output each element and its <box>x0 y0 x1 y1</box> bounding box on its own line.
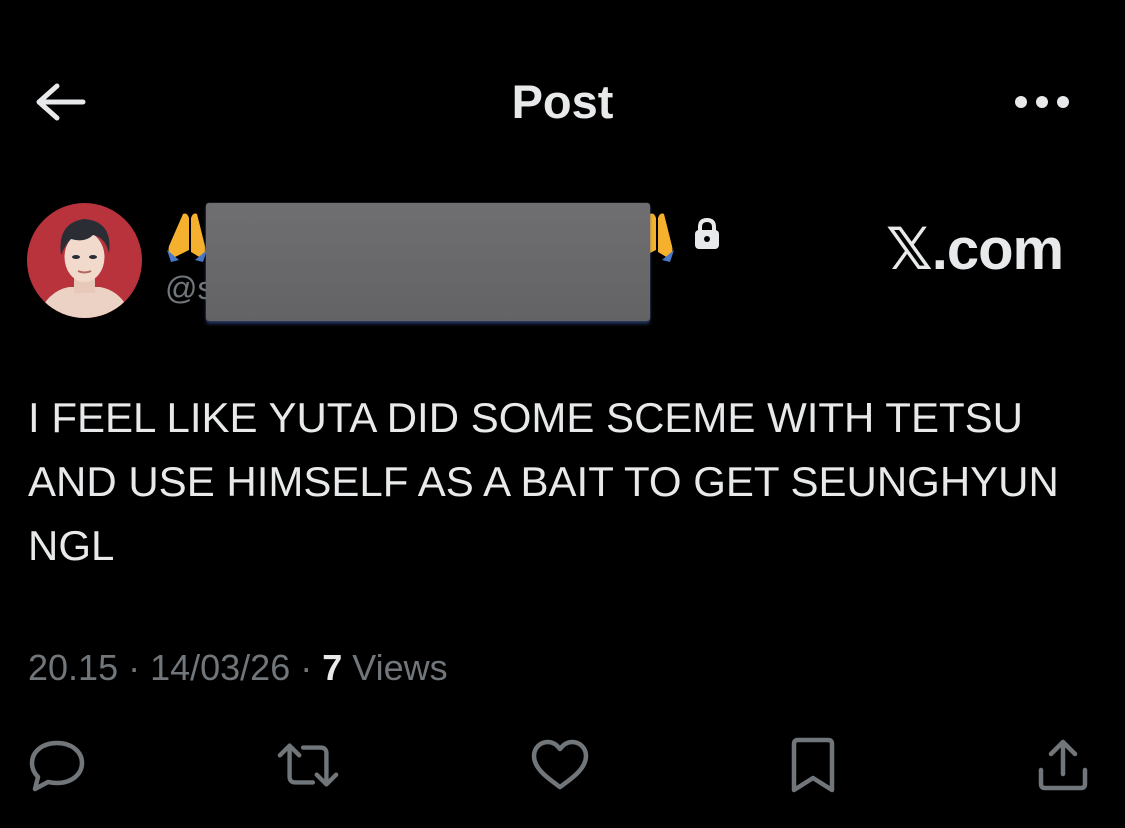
views-count[interactable]: 7 <box>322 647 342 688</box>
post-meta: 20.15 · 14/03/26 · 7 Views <box>28 645 448 691</box>
share-icon <box>1038 739 1088 791</box>
arrow-left-icon <box>36 83 86 121</box>
back-button[interactable] <box>26 72 94 132</box>
post-date: 14/03/26 <box>150 647 291 688</box>
avatar-image <box>27 203 142 318</box>
heart-icon <box>531 739 589 790</box>
lock-icon <box>692 217 722 251</box>
folded-hands-icon <box>167 213 207 262</box>
avatar[interactable] <box>27 203 142 318</box>
more-options-button[interactable] <box>1004 78 1080 126</box>
reply-button[interactable] <box>25 733 89 797</box>
repost-icon <box>277 743 339 787</box>
display-name-suffix-emoji: 🙏 <box>630 210 631 211</box>
meta-separator: · <box>118 647 151 688</box>
views-label[interactable]: Views <box>342 647 447 688</box>
source-badge: 𝕏.com <box>886 217 1064 282</box>
page-title: Post <box>0 74 1125 130</box>
reply-icon <box>29 740 85 792</box>
folded-hands-emoji-left <box>163 210 211 262</box>
like-button[interactable] <box>528 733 592 797</box>
redaction-box <box>206 203 650 321</box>
bookmark-button[interactable] <box>781 733 845 797</box>
page-title-text: Post <box>511 75 614 128</box>
display-name-prefix-emoji: 🙏 <box>163 210 164 211</box>
post-time: 20.15 <box>28 647 119 688</box>
post-text: I FEEL LIKE YUTA DID SOME SCEME WITH TET… <box>28 394 1059 569</box>
meta-separator: · <box>290 647 323 688</box>
share-button[interactable] <box>1031 733 1095 797</box>
bookmark-icon <box>791 737 835 793</box>
repost-button[interactable] <box>276 733 340 797</box>
more-horizontal-icon <box>1015 96 1069 108</box>
